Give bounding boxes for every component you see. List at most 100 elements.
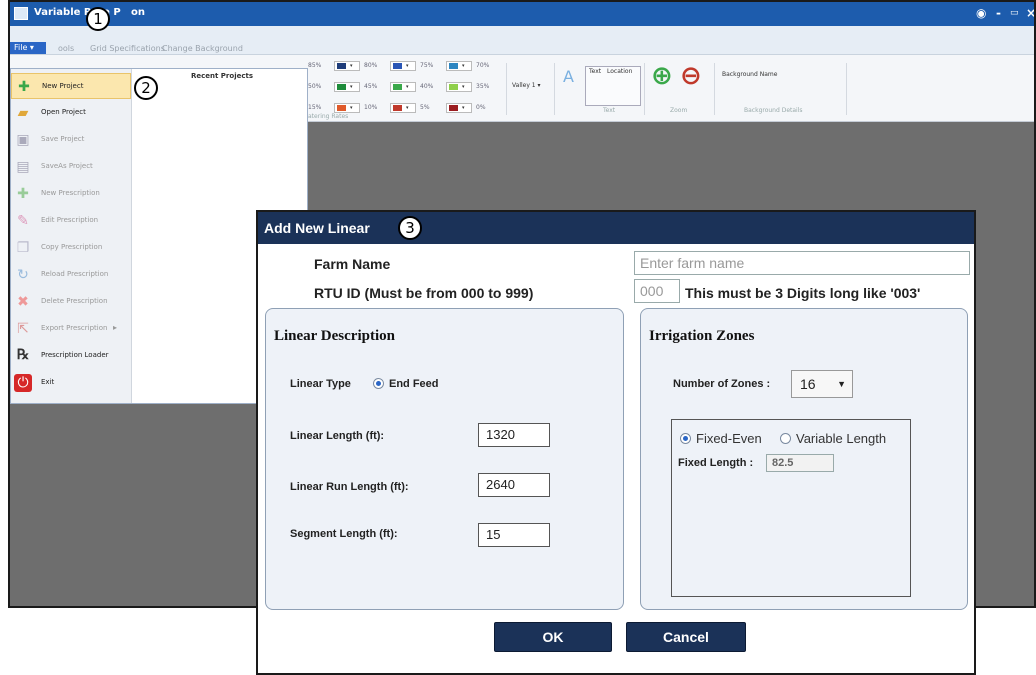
help-icon[interactable]: ◉ [976, 6, 986, 20]
rate-color-dropdown[interactable]: ▾ [334, 103, 360, 113]
zoom-in-icon[interactable]: ⊕ [651, 61, 673, 91]
menu-item-saveas-project[interactable]: ▤ SaveAs Project [11, 154, 131, 180]
rate-label: 0% [476, 104, 486, 111]
rate-label: 10% [364, 104, 378, 111]
menu-item-export-prescription[interactable]: ⇱ Export Prescription ▸ [11, 316, 131, 342]
rate-label: 70% [476, 62, 490, 69]
callout-2: 2 [134, 76, 158, 100]
rate-color-dropdown[interactable]: ▾ [446, 82, 472, 92]
divider [846, 63, 847, 115]
location-tab[interactable]: Location [607, 68, 632, 75]
color-swatch [393, 63, 402, 69]
delete-icon: ✖ [17, 294, 29, 310]
zone-length-box: Fixed-Even Variable Length Fixed Length … [671, 419, 911, 597]
color-swatch [393, 84, 402, 90]
app-title-suffix: on [131, 7, 145, 18]
text-tool-icon[interactable]: A [563, 67, 577, 86]
irrigation-zones-panel: Irrigation Zones Number of Zones : 16 ▼ … [640, 308, 968, 610]
color-swatch [337, 105, 346, 111]
zoom-group-label: Zoom [670, 107, 688, 114]
linear-run-length-input[interactable]: 2640 [478, 473, 550, 497]
minimize-icon[interactable]: - [996, 6, 1001, 20]
end-feed-radio[interactable] [373, 378, 384, 389]
copy-icon: ❐ [16, 240, 30, 256]
color-swatch [449, 63, 458, 69]
irrigation-zones-title: Irrigation Zones [649, 328, 755, 344]
rtu-id-input[interactable]: 000 [634, 279, 680, 303]
rate-color-dropdown[interactable]: ▾ [390, 82, 416, 92]
callout-3: 3 [398, 216, 422, 240]
menu-item-open-project[interactable]: ▰ Open Project [11, 100, 131, 126]
ribbon-tab-bar: File ▾ ools Grid Specifications Change B… [10, 26, 1034, 55]
export-icon: ⇱ [17, 321, 29, 337]
linear-description-panel: Linear Description Linear Type End Feed … [265, 308, 624, 610]
valley-selector[interactable]: Valley 1 ▾ [512, 82, 541, 89]
rate-color-dropdown[interactable]: ▾ [334, 61, 360, 71]
save-icon: ▣ [16, 132, 30, 148]
end-feed-label: End Feed [389, 378, 439, 390]
menu-item-copy-prescription[interactable]: ❐ Copy Prescription [11, 235, 131, 261]
number-of-zones-dropdown[interactable]: 16 ▼ [791, 370, 853, 398]
rate-color-dropdown[interactable]: ▾ [446, 61, 472, 71]
segment-length-input[interactable]: 15 [478, 523, 550, 547]
rate-color-dropdown[interactable]: ▾ [390, 61, 416, 71]
color-swatch [449, 84, 458, 90]
rate-color-dropdown[interactable]: ▾ [390, 103, 416, 113]
tab-tools[interactable]: ools [58, 44, 74, 53]
rate-label: 15% [308, 104, 322, 111]
rate-label: 45% [364, 83, 378, 90]
divider [554, 63, 555, 115]
rate-color-dropdown[interactable]: ▾ [446, 103, 472, 113]
file-tab[interactable]: File ▾ [10, 42, 46, 54]
linear-length-input[interactable]: 1320 [478, 423, 550, 447]
color-swatch [337, 84, 346, 90]
text-group-label: Text [603, 107, 616, 114]
variable-length-label: Variable Length [796, 431, 887, 446]
chevron-down-icon: ▼ [837, 379, 846, 389]
close-icon[interactable]: × [1026, 6, 1034, 20]
rate-label: 80% [364, 62, 378, 69]
divider [506, 63, 507, 115]
menu-item-prescription-loader[interactable]: ℞ Prescription Loader [11, 343, 131, 369]
menu-item-delete-prescription[interactable]: ✖ Delete Prescription [11, 289, 131, 315]
color-swatch [449, 105, 458, 111]
menu-item-reload-prescription[interactable]: ↻ Reload Prescription [11, 262, 131, 288]
ok-button[interactable]: OK [494, 622, 612, 652]
farm-name-input[interactable]: Enter farm name [634, 251, 970, 275]
dialog-title-bar: Add New Linear [258, 212, 974, 244]
dialog-title: Add New Linear [264, 220, 370, 236]
rate-color-dropdown[interactable]: ▾ [334, 82, 360, 92]
menu-item-exit[interactable]: ⏻ Exit [11, 370, 131, 396]
cancel-button[interactable]: Cancel [626, 622, 746, 652]
number-of-zones-label: Number of Zones : [673, 378, 771, 390]
maximize-icon[interactable]: ▭ [1010, 8, 1019, 18]
tab-grid-specifications[interactable]: Grid Specifications [90, 44, 165, 53]
rtu-id-label: RTU ID (Must be from 000 to 999) [314, 285, 534, 301]
menu-item-new-prescription[interactable]: ✚ New Prescription [11, 181, 131, 207]
rate-label: 35% [476, 83, 490, 90]
rate-label: 5% [420, 104, 430, 111]
color-swatch [337, 63, 346, 69]
farm-name-label: Farm Name [314, 256, 391, 272]
app-icon [14, 7, 28, 20]
fixed-length-label: Fixed Length : [678, 457, 754, 469]
rx-icon: ℞ [16, 348, 30, 363]
linear-description-title: Linear Description [274, 328, 395, 344]
zoom-out-icon[interactable]: ⊖ [680, 61, 702, 91]
fixed-even-radio[interactable] [680, 433, 691, 444]
fixed-length-field: 82.5 [766, 454, 834, 472]
menu-item-edit-prescription[interactable]: ✎ Edit Prescription [11, 208, 131, 234]
color-swatch [393, 105, 402, 111]
tab-change-background[interactable]: Change Background [162, 44, 243, 53]
divider [714, 63, 715, 115]
menu-item-new-project[interactable]: ✚ New Project [11, 73, 131, 99]
power-icon: ⏻ [14, 374, 32, 392]
menu-item-save-project[interactable]: ▣ Save Project [11, 127, 131, 153]
new-project-icon: ✚ [18, 79, 30, 95]
add-new-linear-dialog: Add New Linear 3 Farm Name Enter farm na… [256, 210, 976, 675]
recent-projects-heading: Recent Projects [191, 72, 254, 80]
open-folder-icon: ▰ [17, 105, 29, 121]
text-tab[interactable]: Text [589, 68, 601, 75]
rate-label: 75% [420, 62, 434, 69]
variable-length-radio[interactable] [780, 433, 791, 444]
